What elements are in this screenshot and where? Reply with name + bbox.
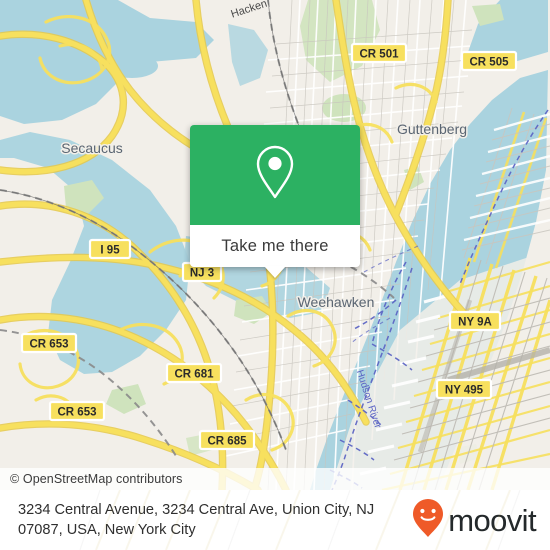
popup-footer[interactable]: Take me there xyxy=(190,225,360,278)
svg-text:CR 505: CR 505 xyxy=(470,57,510,69)
attribution-text[interactable]: © OpenStreetMap contributors xyxy=(10,472,183,486)
svg-text:I 95: I 95 xyxy=(100,245,120,257)
footer-bar: 3234 Central Avenue, 3234 Central Ave, U… xyxy=(0,490,550,550)
svg-text:NJ 3: NJ 3 xyxy=(190,268,214,280)
city-label-weehawken: Weehawken xyxy=(298,294,375,310)
popup-header xyxy=(190,125,360,225)
map-screenshot-root: Secaucus Guttenberg Weehawken Hacken Hud… xyxy=(0,0,550,550)
route-shield-i-95: I 95 xyxy=(88,238,132,260)
route-shield-cr-501: CR 501 xyxy=(350,42,408,64)
svg-text:CR 653: CR 653 xyxy=(58,407,97,419)
city-label-secaucus: Secaucus xyxy=(61,140,122,156)
route-shield-cr-685: CR 685 xyxy=(198,429,256,451)
address-text: 3234 Central Avenue, 3234 Central Ave, U… xyxy=(18,502,375,538)
svg-text:NY 9A: NY 9A xyxy=(458,317,492,329)
route-shield-cr-653-upper: CR 653 xyxy=(20,332,78,354)
osm-attribution-bar: © OpenStreetMap contributors xyxy=(0,468,550,490)
route-shield-cr-505: CR 505 xyxy=(460,50,518,72)
svg-text:CR 681: CR 681 xyxy=(175,369,215,381)
moovit-logo[interactable]: moovit xyxy=(411,498,537,543)
location-pin-icon xyxy=(252,143,298,208)
city-label-guttenberg: Guttenberg xyxy=(397,121,467,137)
moovit-wordmark: moovit xyxy=(448,502,536,538)
svg-text:NY 495: NY 495 xyxy=(445,385,484,397)
take-me-there-label: Take me there xyxy=(221,236,329,255)
route-shield-cr-653-lower: CR 653 xyxy=(48,400,106,422)
popup-pointer-tail xyxy=(264,266,286,278)
svg-text:CR 653: CR 653 xyxy=(30,339,69,351)
svg-text:CR 685: CR 685 xyxy=(208,436,248,448)
svg-text:CR 501: CR 501 xyxy=(360,49,400,61)
route-shield-ny-9a: NY 9A xyxy=(448,310,502,332)
location-popup-card[interactable]: Take me there xyxy=(190,125,360,278)
moovit-smiley-pin-icon xyxy=(411,498,445,543)
route-shield-ny-495: NY 495 xyxy=(435,378,493,400)
route-shield-cr-681: CR 681 xyxy=(165,362,223,384)
